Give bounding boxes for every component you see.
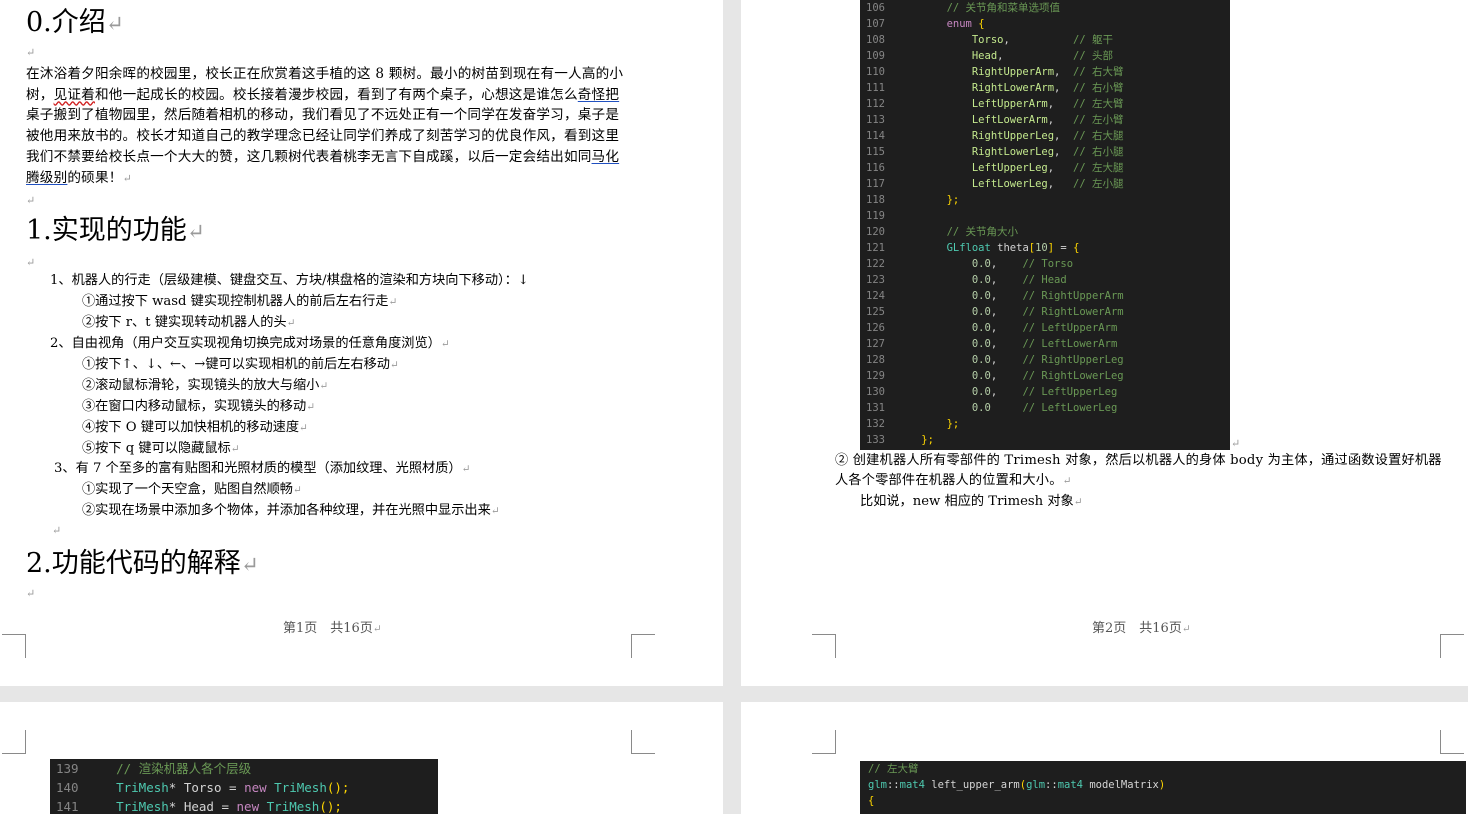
crop-mark xyxy=(812,730,836,754)
code-line: 126 0.0, // LeftUpperArm xyxy=(866,322,1118,334)
document-page-2: 106 // 关节角和菜单选项值 107 enum { 108 Torso, // … xyxy=(741,0,1468,686)
body-paragraph: 比如说，new 相应的 Trimesh 对象↵ xyxy=(860,494,1083,509)
feature-subitem: ②按下 r、t 键实现转动机器人的头↵ xyxy=(82,315,296,330)
crop-mark xyxy=(1440,730,1464,754)
crop-mark xyxy=(812,634,836,658)
code-line: 112 LeftUpperArm, // 左大臂 xyxy=(866,98,1124,110)
feature-subitem: ②实现在场景中添加多个物体，并添加各种纹理，并在光照中显示出来↵ xyxy=(82,503,500,518)
code-line: 106 // 关节角和菜单选项值 xyxy=(866,2,1061,14)
code-line: { xyxy=(868,795,875,807)
code-line: 122 0.0, // Torso xyxy=(866,258,1074,270)
code-block: // 左大臂glm::mat4 left_upper_arm(glm::mat4… xyxy=(860,761,1466,814)
feature-subitem: ③在窗口内移动鼠标，实现镜头的移动↵ xyxy=(82,399,316,414)
code-line: 128 0.0, // RightUpperLeg xyxy=(866,354,1124,366)
document-page-4: // 左大臂glm::mat4 left_upper_arm(glm::mat4… xyxy=(741,702,1468,814)
code-line: 133 }; xyxy=(866,434,934,446)
code-line: 120 // 关节角大小 xyxy=(866,226,1019,238)
heading-features: 1.实现的功能↵ xyxy=(26,215,205,246)
code-line: glm::mat4 left_upper_arm(glm::mat4 model… xyxy=(868,779,1166,791)
feature-subitem: ①通过按下 wasd 键实现控制机器人的前后左右行走↵ xyxy=(82,294,398,309)
code-line: 130 0.0, // LeftUpperLeg xyxy=(866,386,1118,398)
crop-mark xyxy=(1440,634,1464,658)
crop-mark xyxy=(631,634,655,658)
paragraph-mark: ↵ xyxy=(52,524,62,537)
code-line: 141 TriMesh* Head = new TriMesh(); xyxy=(56,799,342,814)
feature-item-3: 3、有 7 个至多的富有贴图和光照材质的模型（添加纹理、光照材质）↵ xyxy=(54,461,471,476)
code-block: 106 // 关节角和菜单选项值 107 enum { 108 Torso, // … xyxy=(860,0,1230,450)
heading-intro: 0.介绍↵ xyxy=(26,7,124,38)
document-page-1: 0.介绍↵ ↵ 在沐浴着夕阳余晖的校园里，校长正在欣赏着这手植的这 8 颗树。最… xyxy=(0,0,723,686)
code-line: 124 0.0, // RightUpperArm xyxy=(866,290,1124,302)
paragraph-mark: ↵ xyxy=(26,194,36,207)
code-line: 129 0.0, // RightLowerLeg xyxy=(866,370,1124,382)
code-line: // 左大臂 xyxy=(868,763,919,775)
code-line: 125 0.0, // RightLowerArm xyxy=(866,306,1124,318)
code-line: 123 0.0, // Head xyxy=(866,274,1067,286)
code-line: 109 Head, // 头部 xyxy=(866,50,1113,62)
code-line: 119 xyxy=(866,210,885,222)
paragraph-mark: ↵ xyxy=(26,256,36,269)
paragraph-mark: ↵ xyxy=(26,587,36,600)
crop-mark xyxy=(2,634,26,658)
code-block: 139 // 渲染机器人各个层级 140 TriMesh* Torso = new… xyxy=(50,759,438,814)
feature-subitem: ②滚动鼠标滑轮，实现镜头的放大与缩小↵ xyxy=(82,378,329,393)
feature-item-2: 2、自由视角（用户交互实现视角切换完成对场景的任意角度浏览）↵ xyxy=(50,336,450,351)
document-page-3: 139 // 渲染机器人各个层级 140 TriMesh* Torso = new… xyxy=(0,702,723,814)
heading-code: 2.功能代码的解释↵ xyxy=(26,548,259,579)
code-line: 121 GLfloat theta[10] = { xyxy=(866,242,1080,254)
code-line: 115 RightLowerLeg, // 右小腿 xyxy=(866,146,1124,158)
crop-mark xyxy=(631,730,655,754)
code-line: 111 RightLowerArm, // 右小臂 xyxy=(866,82,1124,94)
code-line: 113 LeftLowerArm, // 左小臂 xyxy=(866,114,1124,126)
code-line: 131 0.0 // LeftLowerLeg xyxy=(866,402,1118,414)
code-line: 139 // 渲染机器人各个层级 xyxy=(56,761,252,776)
code-line: 116 LeftUpperLeg, // 左大腿 xyxy=(866,162,1124,174)
feature-subitem: ①实现了一个天空盒，贴图自然顺畅↵ xyxy=(82,482,302,497)
code-line: 140 TriMesh* Torso = new TriMesh(); xyxy=(56,780,350,795)
code-line: 114 RightUpperLeg, // 右大腿 xyxy=(866,130,1124,142)
code-line: 108 Torso, // 躯干 xyxy=(866,34,1113,46)
crop-mark xyxy=(2,730,26,754)
page-footer: 第1页 共16页↵ xyxy=(283,621,382,636)
page-footer: 第2页 共16页↵ xyxy=(1092,621,1191,636)
feature-item-1: 1、机器人的行走（层级建模、键盘交互、方块/棋盘格的渲染和方块向下移动）：↓ xyxy=(50,273,529,288)
code-line: 110 RightUpperArm, // 右大臂 xyxy=(866,66,1124,78)
feature-subitem: ①按下↑、↓、←、→键可以实现相机的前后左右移动↵ xyxy=(82,357,399,372)
code-line: 117 LeftLowerLeg, // 左小腿 xyxy=(866,178,1124,190)
intro-paragraph: 在沐浴着夕阳余晖的校园里，校长正在欣赏着这手植的这 8 颗树。最小的树苗到现在有… xyxy=(26,66,624,186)
code-line: 127 0.0, // LeftLowerArm xyxy=(866,338,1118,350)
paragraph-mark: ↵ xyxy=(1231,437,1241,450)
code-line: 118 }; xyxy=(866,194,960,206)
feature-subitem: ④按下 O 键可以加快相机的移动速度↵ xyxy=(82,420,308,435)
paragraph-mark: ↵ xyxy=(26,46,36,59)
code-line: 132 }; xyxy=(866,418,960,430)
code-line: 107 enum { xyxy=(866,18,985,30)
feature-subitem: ⑤按下 q 键可以隐藏鼠标↵ xyxy=(82,441,240,456)
body-paragraph: ② 创建机器人所有零部件的 Trimesh 对象，然后以机器人的身体 body … xyxy=(835,453,1442,488)
